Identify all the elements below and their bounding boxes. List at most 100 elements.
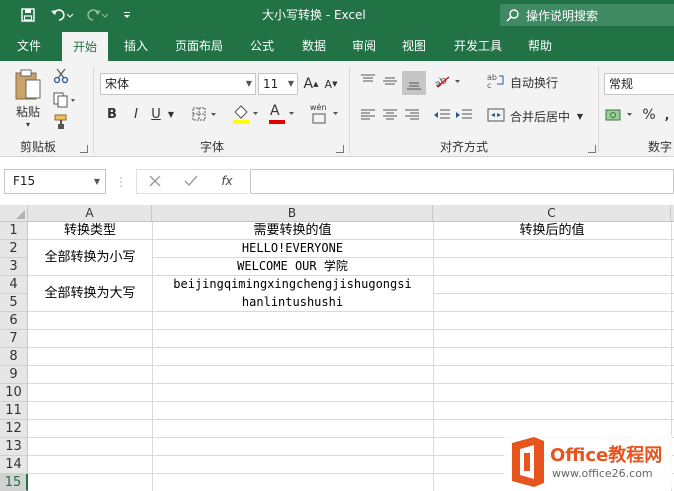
font-name-combo[interactable]: 宋体 ▼ <box>100 73 256 95</box>
phonetic-guide-icon[interactable]: wén <box>308 103 342 125</box>
tab-formulas[interactable]: 公式 <box>240 31 284 61</box>
tab-developer[interactable]: 开发工具 <box>446 31 510 61</box>
format-painter-icon[interactable] <box>52 113 70 131</box>
accounting-format-icon[interactable] <box>604 105 638 125</box>
row-header-14[interactable]: 14 <box>0 456 28 474</box>
middle-align-icon[interactable] <box>380 71 400 91</box>
align-center-icon[interactable] <box>380 105 400 125</box>
cut-icon[interactable] <box>52 67 70 85</box>
decrease-indent-icon[interactable] <box>432 105 452 125</box>
row-header-4[interactable]: 4 <box>0 276 28 294</box>
row-header-6[interactable]: 6 <box>0 312 28 330</box>
paste-icon[interactable] <box>12 67 44 103</box>
row-header-13[interactable]: 13 <box>0 438 28 456</box>
gridline <box>28 383 674 384</box>
svg-text:ab: ab <box>433 75 449 89</box>
column-header-b[interactable]: B <box>152 205 433 222</box>
enter-icon[interactable] <box>182 172 200 190</box>
font-launcher-icon[interactable] <box>336 145 344 153</box>
redo-icon[interactable] <box>84 5 112 25</box>
borders-icon[interactable] <box>190 105 220 123</box>
font-color-icon[interactable]: A <box>266 103 298 125</box>
search-icon <box>506 9 519 22</box>
cell-b4[interactable]: beijingqimingxingchengjishugongsi <box>152 276 433 293</box>
row-header-15[interactable]: 15 <box>0 474 28 491</box>
name-box[interactable]: F15 ▼ <box>4 169 106 194</box>
underline-dropdown-icon[interactable]: ▼ <box>166 105 176 123</box>
cell-b5[interactable]: hanlintushushi <box>152 294 433 311</box>
font-color-glyph: A <box>270 103 280 119</box>
tab-data[interactable]: 数据 <box>292 31 336 61</box>
tab-insert[interactable]: 插入 <box>114 31 158 61</box>
row-header-3[interactable]: 3 <box>0 258 28 276</box>
row-header-7[interactable]: 7 <box>0 330 28 348</box>
number-group-label: 数字 <box>648 140 673 154</box>
fill-color-icon[interactable] <box>230 103 262 125</box>
cell-a4[interactable]: 全部转换为大写 <box>28 276 152 311</box>
orientation-icon[interactable]: ab <box>432 71 466 91</box>
save-icon[interactable] <box>18 5 38 25</box>
font-size-combo[interactable]: 11 ▼ <box>258 73 298 95</box>
copy-icon[interactable] <box>52 91 78 109</box>
row-header-2[interactable]: 2 <box>0 240 28 258</box>
row-header-12[interactable]: 12 <box>0 420 28 438</box>
bold-button[interactable]: B <box>104 105 120 123</box>
underline-button[interactable]: U <box>148 105 164 123</box>
customize-quick-access-icon[interactable] <box>117 5 137 25</box>
gridline <box>28 347 674 348</box>
top-align-icon[interactable] <box>358 71 378 91</box>
tab-review[interactable]: 审阅 <box>342 31 386 61</box>
name-box-value: F15 <box>13 174 36 188</box>
align-right-icon[interactable] <box>402 105 422 125</box>
column-header-c[interactable]: C <box>433 205 671 222</box>
svg-text:c: c <box>487 81 491 90</box>
shrink-font-glyph: A <box>324 77 333 91</box>
row-header-10[interactable]: 10 <box>0 384 28 402</box>
row-header-8[interactable]: 8 <box>0 348 28 366</box>
undo-icon[interactable] <box>48 5 76 25</box>
cell-a2[interactable]: 全部转换为小写 <box>28 240 152 275</box>
grow-font-icon[interactable]: A ▲ <box>302 75 320 93</box>
alignment-launcher-icon[interactable] <box>588 145 596 153</box>
percent-button[interactable]: % <box>640 105 658 125</box>
cell-b3[interactable]: WELCOME OUR 学院 <box>152 258 433 275</box>
tell-me-search[interactable]: 操作说明搜索 <box>500 4 674 26</box>
merge-center-button[interactable]: 合并后居中 <box>508 107 572 125</box>
tab-file[interactable]: 文件 <box>6 31 52 61</box>
wrap-text-button[interactable]: 自动换行 <box>508 73 560 91</box>
wrap-text-icon[interactable]: ab c <box>486 71 506 91</box>
merge-center-icon[interactable] <box>486 105 506 125</box>
window-title: 大小写转换 - Excel <box>262 8 366 22</box>
row-header-9[interactable]: 9 <box>0 366 28 384</box>
row-header-1[interactable]: 1 <box>0 222 28 240</box>
cell-c1[interactable]: 转换后的值 <box>433 222 671 239</box>
tab-page-layout[interactable]: 页面布局 <box>168 31 230 61</box>
insert-function-button[interactable]: fx <box>216 171 238 191</box>
row-header-5[interactable]: 5 <box>0 294 28 312</box>
paste-dropdown-icon[interactable]: ▾ <box>20 119 36 129</box>
cell-b2[interactable]: HELLO!EVERYONE <box>152 240 433 257</box>
paste-button[interactable]: 粘贴 <box>10 103 46 119</box>
select-all-button[interactable] <box>0 205 28 222</box>
increase-indent-icon[interactable] <box>454 105 474 125</box>
number-format-value: 常规 <box>609 77 634 91</box>
tab-view[interactable]: 视图 <box>392 31 436 61</box>
align-left-icon[interactable] <box>358 105 378 125</box>
clipboard-launcher-icon[interactable] <box>80 145 88 153</box>
comma-style-icon[interactable]: , <box>660 105 674 125</box>
merge-dropdown-icon[interactable]: ▼ <box>574 107 586 125</box>
row-header-11[interactable]: 11 <box>0 402 28 420</box>
font-size-value: 11 <box>263 77 279 91</box>
gridline <box>28 329 674 330</box>
tab-help[interactable]: 帮助 <box>518 31 562 61</box>
cell-a1[interactable]: 转换类型 <box>28 222 152 239</box>
bottom-align-icon[interactable] <box>402 71 426 95</box>
tab-home[interactable]: 开始 <box>62 31 108 61</box>
number-format-combo[interactable]: 常规 <box>604 73 674 95</box>
cell-b1[interactable]: 需要转换的值 <box>152 222 433 239</box>
italic-button[interactable]: I <box>128 105 144 123</box>
formula-input[interactable] <box>250 169 674 194</box>
column-header-a[interactable]: A <box>28 205 152 222</box>
shrink-font-icon[interactable]: A ▼ <box>322 75 340 93</box>
cancel-icon[interactable] <box>146 172 164 190</box>
